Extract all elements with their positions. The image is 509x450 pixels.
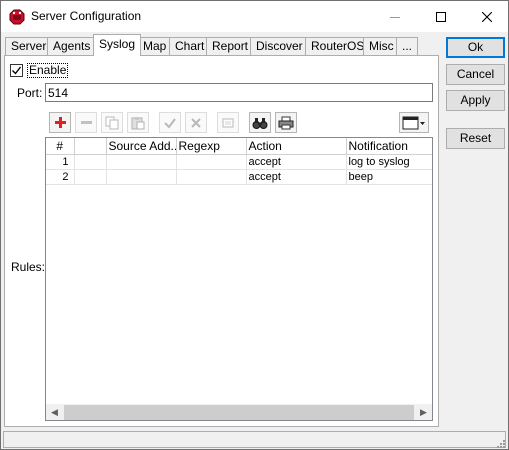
tab-chart[interactable]: Chart — [169, 37, 211, 55]
tab-agents[interactable]: Agents — [47, 37, 97, 55]
print-button[interactable] — [275, 112, 297, 133]
window-title: Server Configuration — [31, 9, 142, 23]
tab-misc[interactable]: Misc — [363, 37, 400, 55]
row-flags — [74, 169, 107, 185]
row-source-address — [106, 154, 177, 170]
column-header-notification[interactable]: Notification — [346, 138, 432, 155]
row-notification: log to syslog — [346, 154, 432, 170]
table-row[interactable]: 2 accept beep — [46, 169, 432, 185]
ok-button[interactable]: Ok — [446, 37, 505, 58]
comment-button[interactable] — [217, 112, 239, 133]
table-row[interactable]: 1 accept log to syslog — [46, 154, 432, 170]
row-regexp — [176, 154, 247, 170]
tab-report[interactable]: Report — [206, 37, 255, 55]
minimize-button[interactable] — [372, 1, 418, 32]
add-icon — [54, 117, 66, 128]
minimize-icon — [390, 16, 400, 18]
row-source-address — [106, 169, 177, 185]
columns-icon — [402, 116, 425, 129]
tab-more[interactable]: ... — [396, 37, 419, 55]
remove-icon — [80, 121, 92, 124]
row-action: accept — [246, 169, 347, 185]
resize-grip-icon[interactable] — [495, 438, 505, 448]
row-regexp — [176, 169, 247, 185]
row-number: 2 — [46, 169, 75, 185]
tab-server[interactable]: Server — [5, 37, 53, 55]
scrollbar-thumb[interactable] — [64, 405, 414, 420]
tab-routeros[interactable]: RouterOS — [305, 37, 371, 55]
enable-checkbox[interactable] — [10, 64, 23, 77]
scroll-left-icon[interactable]: ◀ — [46, 404, 63, 420]
title-bar: Server Configuration — [1, 1, 508, 32]
remove-button[interactable] — [75, 112, 97, 133]
scroll-right-icon[interactable]: ▶ — [415, 404, 432, 420]
table-header-row: # Source Add... Regexp Action Notificati… — [46, 138, 432, 155]
reset-button[interactable]: Reset — [446, 128, 505, 149]
find-icon — [252, 117, 268, 129]
paste-icon — [131, 116, 145, 129]
maximize-icon — [436, 11, 446, 22]
column-header-source-address[interactable]: Source Add... — [106, 138, 177, 155]
apply-button[interactable]: Apply — [446, 90, 505, 111]
app-icon — [9, 9, 25, 25]
close-button[interactable] — [464, 1, 508, 32]
print-icon — [278, 116, 294, 129]
enable-rule-button[interactable] — [159, 112, 181, 133]
horizontal-scrollbar[interactable]: ◀ ▶ — [46, 404, 432, 420]
disable-rule-button[interactable] — [185, 112, 207, 133]
tab-syslog[interactable]: Syslog — [93, 34, 142, 56]
paste-button[interactable] — [127, 112, 149, 133]
column-header-flags[interactable] — [74, 138, 107, 155]
copy-button[interactable] — [101, 112, 123, 133]
port-input[interactable] — [45, 83, 433, 102]
checkmark-icon — [12, 66, 22, 75]
server-configuration-window: Server Configuration Server Agents Syslo… — [0, 0, 509, 450]
comment-icon — [222, 118, 234, 127]
row-flags — [74, 154, 107, 170]
tab-discover[interactable]: Discover — [250, 37, 309, 55]
close-icon — [482, 11, 492, 22]
status-bar — [3, 431, 506, 448]
maximize-button[interactable] — [418, 1, 464, 32]
tab-map[interactable]: Map — [137, 37, 173, 55]
columns-menu-button[interactable] — [399, 112, 429, 133]
cancel-button[interactable]: Cancel — [446, 64, 505, 85]
column-header-action[interactable]: Action — [246, 138, 347, 155]
column-header-regexp[interactable]: Regexp — [176, 138, 247, 155]
enable-label[interactable]: Enable — [27, 63, 69, 78]
row-number: 1 — [46, 154, 75, 170]
find-button[interactable] — [249, 112, 271, 133]
column-header-number[interactable]: # — [46, 138, 75, 155]
disable-icon — [191, 117, 201, 128]
add-button[interactable] — [49, 112, 71, 133]
copy-icon — [105, 116, 119, 129]
row-notification: beep — [346, 169, 432, 185]
port-label: Port: — [17, 86, 43, 100]
enable-icon — [164, 117, 176, 129]
rules-label: Rules: — [11, 260, 46, 274]
row-action: accept — [246, 154, 347, 170]
rules-table[interactable]: # Source Add... Regexp Action Notificati… — [45, 137, 433, 421]
